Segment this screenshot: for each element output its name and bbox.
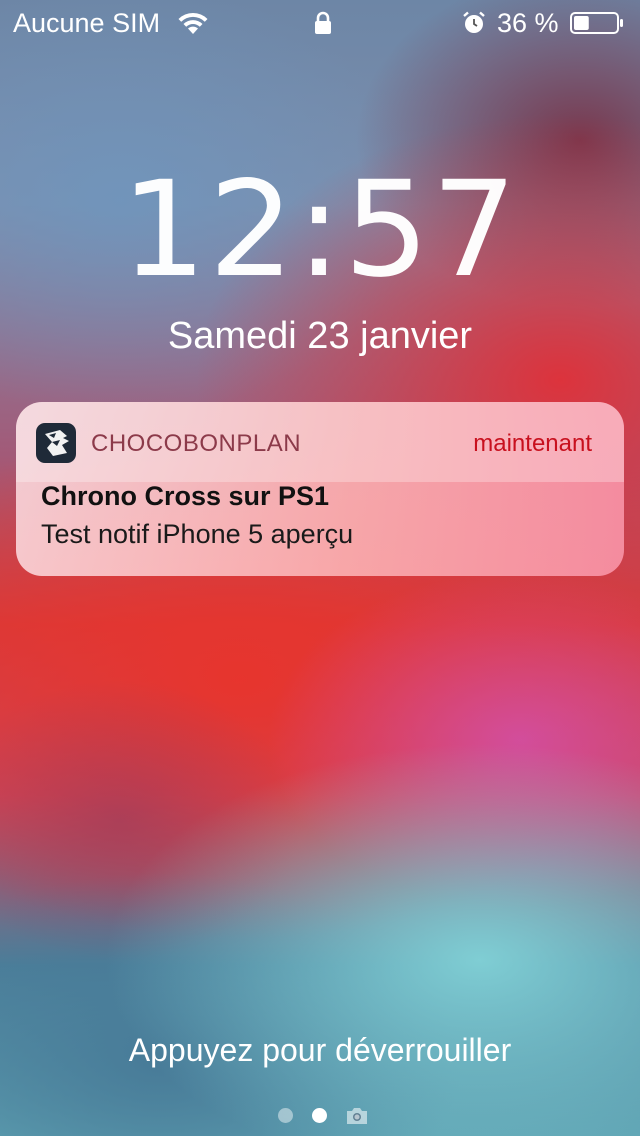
battery-icon: [570, 12, 623, 34]
chocobonplan-app-icon: [36, 423, 76, 463]
wifi-icon: [178, 12, 208, 34]
page-indicator: [0, 1104, 640, 1128]
lock-clock: 12:57: [0, 160, 640, 300]
notification-time: maintenant: [473, 430, 592, 457]
camera-icon[interactable]: [345, 1106, 369, 1126]
lock-screen: Aucune SIM 36 % 12:57 Samedi 23 janvier: [0, 0, 640, 1136]
alarm-icon: [463, 11, 485, 33]
notification-header: CHOCOBONPLAN maintenant: [16, 402, 624, 482]
page-dot-2-current: [312, 1108, 327, 1123]
unlock-hint[interactable]: Appuyez pour déverrouiller: [0, 1032, 640, 1069]
status-bar: Aucune SIM 36 %: [0, 0, 640, 48]
notification-card[interactable]: CHOCOBONPLAN maintenant Chrono Cross sur…: [16, 402, 624, 576]
notification-body: Test notif iPhone 5 aperçu: [41, 519, 354, 549]
page-dot-1: [278, 1108, 293, 1123]
lock-date: Samedi 23 janvier: [167, 315, 473, 357]
clock-time: 12:57: [120, 153, 520, 307]
carrier-label: Aucune SIM: [13, 8, 161, 38]
notification-app-name: CHOCOBONPLAN: [91, 430, 302, 457]
battery-percentage: 36 %: [497, 8, 559, 38]
notification-title: Chrono Cross sur PS1: [41, 481, 330, 511]
lock-icon: [315, 11, 331, 34]
